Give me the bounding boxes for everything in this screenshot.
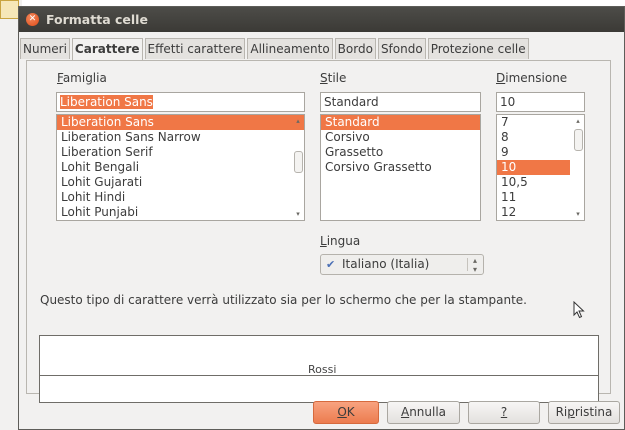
chevron-updown-icon: ▴ ▾ [473, 256, 478, 274]
size-label: Dimensione [496, 71, 568, 85]
list-item[interactable]: 8 [497, 130, 584, 145]
language-combobox[interactable]: ✔ Italiano (Italia) ▴ ▾ [320, 254, 484, 275]
family-label: Famiglia [57, 71, 107, 85]
list-item[interactable]: Corsivo Grassetto [321, 160, 480, 175]
tab-allineamento[interactable]: Allineamento [247, 38, 333, 59]
family-listbox[interactable]: Liberation Sans Liberation Sans Narrow L… [56, 114, 305, 221]
style-listbox[interactable]: Standard Corsivo Grassetto Corsivo Grass… [320, 114, 481, 221]
list-item[interactable]: Grassetto [321, 145, 480, 160]
tab-bar: Numeri Carattere Effetti carattere Allin… [20, 38, 531, 60]
spellcheck-icon: ✔ [326, 258, 336, 271]
font-panel: Famiglia Liberation Sans Liberation Sans… [26, 60, 611, 403]
scroll-thumb[interactable] [294, 151, 303, 173]
combo-separator [467, 258, 468, 271]
style-label: Stile [320, 71, 347, 85]
preview-sample: Rossi [308, 363, 337, 376]
close-icon[interactable]: ✕ [26, 13, 39, 26]
list-item[interactable]: Lohit Punjabi [57, 205, 304, 220]
cancel-button[interactable]: Annulla [387, 401, 460, 424]
tab-effetti-carattere[interactable]: Effetti carattere [144, 38, 246, 59]
scroll-up-icon[interactable]: ▴ [574, 117, 582, 125]
size-scrollbar[interactable]: ▴ ▾ [574, 117, 583, 218]
list-item[interactable]: 9 [497, 145, 584, 160]
list-item[interactable]: Liberation Sans [57, 115, 304, 130]
list-item[interactable]: Standard [321, 115, 480, 130]
tab-carattere[interactable]: Carattere [71, 38, 143, 60]
list-item[interactable]: Lohit Gujarati [57, 175, 304, 190]
list-item[interactable]: Lohit Bengali [57, 160, 304, 175]
list-item[interactable]: Corsivo [321, 130, 480, 145]
family-scrollbar[interactable]: ▴ ▾ [294, 117, 303, 218]
list-item[interactable]: Liberation Serif [57, 145, 304, 160]
list-item[interactable]: 7 [497, 115, 584, 130]
language-value: Italiano (Italia) [342, 257, 430, 271]
list-item[interactable]: 12 [497, 205, 584, 220]
tab-protezione-celle[interactable]: Protezione celle [427, 38, 529, 59]
reset-button[interactable]: Ripristina [548, 401, 620, 424]
format-cells-dialog: ✕ Formatta celle Numeri Carattere Effett… [18, 6, 625, 430]
list-item[interactable]: 10 [497, 160, 570, 175]
list-item[interactable]: Liberation Sans Narrow [57, 130, 304, 145]
list-item[interactable]: 11 [497, 190, 584, 205]
size-input[interactable]: 10 [496, 92, 585, 112]
window-title: Formatta celle [46, 12, 148, 27]
scroll-down-icon[interactable]: ▾ [294, 210, 302, 218]
scroll-down-icon[interactable]: ▾ [574, 210, 582, 218]
size-listbox[interactable]: 7 8 9 10 10,5 11 12 ▴ ▾ [496, 114, 585, 221]
style-input[interactable]: Standard [320, 92, 481, 112]
list-item[interactable]: Lohit Hindi [57, 190, 304, 205]
language-label: Lingua [320, 234, 361, 248]
ok-button[interactable]: OK [313, 401, 379, 424]
scroll-up-icon[interactable]: ▴ [294, 117, 302, 125]
title-bar: ✕ Formatta celle [19, 7, 624, 32]
list-item[interactable]: 10,5 [497, 175, 584, 190]
info-text: Questo tipo di carattere verrà utilizzat… [40, 293, 527, 307]
mouse-cursor-icon [573, 301, 585, 319]
tab-numeri[interactable]: Numeri [20, 38, 70, 59]
tab-bordo[interactable]: Bordo [334, 38, 376, 59]
font-preview: Rossi [39, 335, 599, 403]
scroll-thumb[interactable] [574, 129, 583, 151]
family-input[interactable]: Liberation Sans [56, 92, 305, 112]
tab-sfondo[interactable]: Sfondo [377, 38, 426, 59]
help-button[interactable]: ? [468, 401, 540, 424]
background-cell [0, 0, 19, 19]
